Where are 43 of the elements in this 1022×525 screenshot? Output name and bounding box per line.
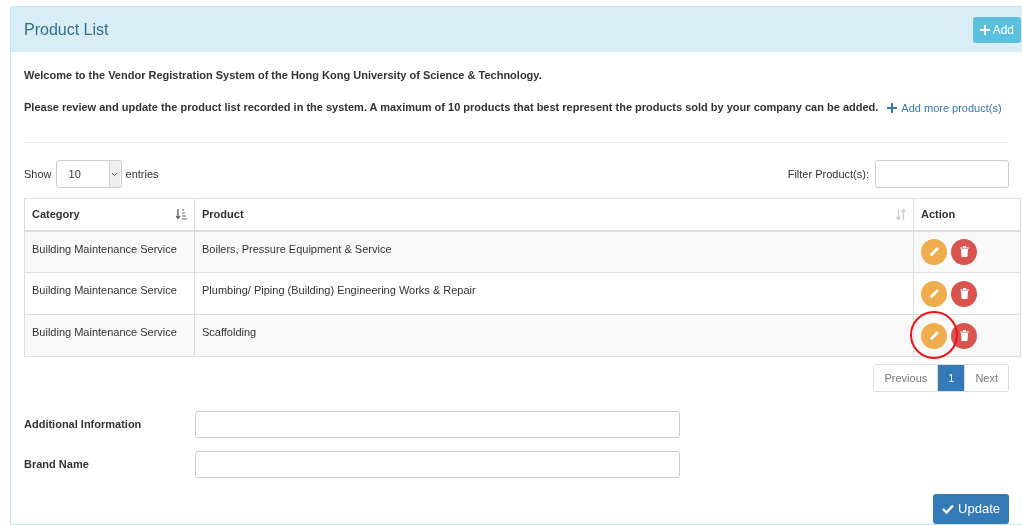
- filter-field[interactable]: [875, 160, 1009, 188]
- sort-icon: [896, 208, 906, 220]
- input-field[interactable]: [195, 411, 680, 438]
- page-link[interactable]: Next: [964, 365, 1008, 391]
- trash-icon: [959, 246, 969, 258]
- field-label: Brand Name: [24, 457, 90, 473]
- edit-button[interactable]: [921, 238, 947, 265]
- edit-button[interactable]: [921, 322, 947, 349]
- update-button[interactable]: Update: [933, 494, 1009, 524]
- show-label: Show: [24, 166, 52, 182]
- column-header[interactable]: Product: [202, 206, 244, 223]
- input-field[interactable]: [195, 451, 680, 478]
- instruction-text: Please review and update the product list recorded in the system. A maximum of 10 products that best represent the products sold by your company can be added.: [24, 99, 879, 115]
- edit-button[interactable]: [921, 280, 947, 307]
- entries-select[interactable]: 10: [55, 160, 122, 188]
- table-cell: Building Maintenance Service: [32, 326, 177, 338]
- table-cell: Building Maintenance Service: [32, 284, 177, 296]
- welcome-text: Welcome to the Vendor Registration System of the Hong Kong University of Science & Technology.: [24, 68, 543, 83]
- plus-icon: [887, 102, 898, 113]
- chevron-down-icon: [111, 171, 119, 177]
- column-header[interactable]: Action: [921, 206, 956, 223]
- check-icon: [942, 504, 955, 514]
- delete-button[interactable]: [951, 322, 977, 349]
- pencil-icon: [928, 330, 940, 341]
- delete-button[interactable]: [951, 238, 977, 265]
- trash-icon: [959, 288, 969, 299]
- table-cell: Plumbing/ Piping (Building) Engineering Works & Repair: [202, 284, 476, 296]
- panel-title: Product List: [24, 19, 109, 40]
- column-header[interactable]: Category: [32, 206, 80, 223]
- sort-descending-icon: [176, 208, 187, 220]
- pencil-icon: [928, 288, 940, 299]
- plus-icon: [979, 24, 990, 35]
- trash-icon: [959, 330, 969, 341]
- table-cell: Boilers, Pressure Equipment & Service: [202, 242, 392, 255]
- entries-label: entries: [125, 166, 159, 182]
- delete-button[interactable]: [951, 280, 977, 307]
- page-link[interactable]: 1: [937, 365, 965, 391]
- table-cell: Building Maintenance Service: [32, 242, 177, 255]
- add-more-link[interactable]: Add more product(s): [887, 99, 1002, 116]
- table-cell: Scaffolding: [202, 326, 257, 338]
- filter-label: Filter Product(s):: [787, 166, 869, 182]
- field-label: Additional Information: [24, 417, 143, 433]
- pencil-icon: [928, 246, 940, 258]
